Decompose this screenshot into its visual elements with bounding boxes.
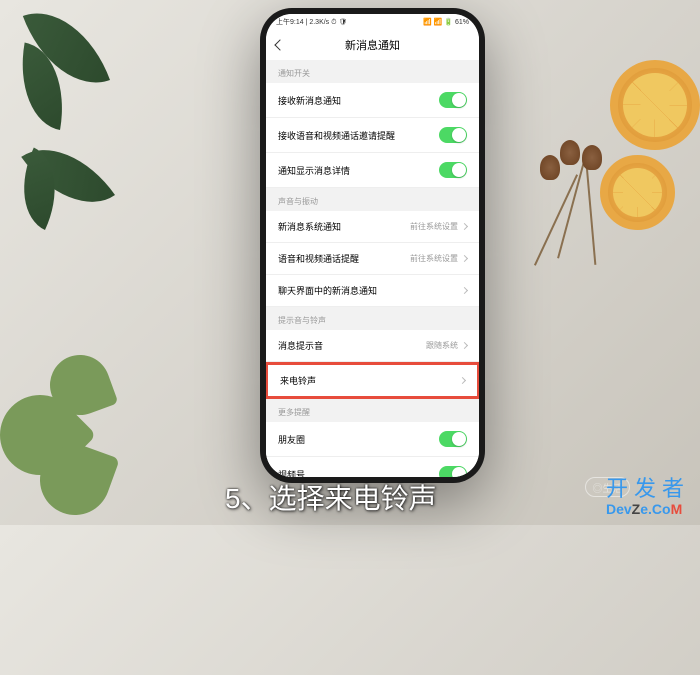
- toggle-switch[interactable]: [439, 466, 467, 477]
- row-label: 接收新消息通知: [278, 94, 341, 107]
- toggle-switch[interactable]: [439, 162, 467, 178]
- row-message-sound[interactable]: 消息提示音 跟随系统: [266, 330, 479, 362]
- row-value: 跟随系统: [426, 340, 458, 351]
- background-leaves: [0, 0, 170, 280]
- brand-cn: 开发者: [606, 471, 690, 503]
- row-channels[interactable]: 视频号: [266, 457, 479, 477]
- section-header-vibration: 声音与振动: [266, 188, 479, 211]
- row-incoming-ringtone[interactable]: 来电铃声: [266, 362, 479, 399]
- row-receive-new-message[interactable]: 接收新消息通知: [266, 83, 479, 118]
- status-right: 📶 📶 🔋 61%: [423, 18, 469, 26]
- row-label: 新消息系统通知: [278, 220, 341, 233]
- step-caption: 5、选择来电铃声: [225, 477, 437, 517]
- nav-bar: 新消息通知: [266, 30, 479, 60]
- section-header-more: 更多提醒: [266, 399, 479, 422]
- brand-logo: 开发者 DevZe.CoM: [606, 471, 690, 517]
- brand-en: DevZe.CoM: [606, 501, 690, 517]
- row-label: 聊天界面中的新消息通知: [278, 284, 377, 297]
- background-flowers: [540, 130, 640, 330]
- chevron-right-icon: [461, 255, 468, 262]
- chevron-right-icon: [461, 287, 468, 294]
- toggle-switch[interactable]: [439, 431, 467, 447]
- chevron-right-icon: [461, 223, 468, 230]
- page-title: 新消息通知: [345, 37, 400, 53]
- section-header-sound: 提示音与铃声: [266, 307, 479, 330]
- row-chat-new-message[interactable]: 聊天界面中的新消息通知: [266, 275, 479, 307]
- row-label: 视频号: [278, 468, 305, 478]
- row-voice-video-remind[interactable]: 语音和视频通话提醒 前往系统设置: [266, 243, 479, 275]
- row-label: 通知显示消息详情: [278, 164, 350, 177]
- row-label: 来电铃声: [280, 374, 316, 387]
- row-receive-call-invite[interactable]: 接收语音和视频通话邀请提醒: [266, 118, 479, 153]
- toggle-switch[interactable]: [439, 92, 467, 108]
- row-new-message-system[interactable]: 新消息系统通知 前往系统设置: [266, 211, 479, 243]
- back-icon[interactable]: [274, 39, 285, 50]
- row-moments[interactable]: 朋友圈: [266, 422, 479, 457]
- row-label: 接收语音和视频通话邀请提醒: [278, 129, 395, 142]
- row-value: 前往系统设置: [410, 221, 458, 232]
- background-citrus: [590, 60, 700, 260]
- row-label: 语音和视频通话提醒: [278, 252, 359, 265]
- chevron-right-icon: [459, 377, 466, 384]
- status-left: 上午9:14 | 2.3K/s ⏱ 🛡: [276, 17, 347, 27]
- section-header-switch: 通知开关: [266, 60, 479, 83]
- row-value: 前往系统设置: [410, 253, 458, 264]
- settings-content: 通知开关 接收新消息通知 接收语音和视频通话邀请提醒 通知显示消息详情 声音与振…: [266, 60, 479, 477]
- phone-screen: 上午9:14 | 2.3K/s ⏱ 🛡 📶 📶 🔋 61% 新消息通知 通知开关…: [266, 14, 479, 477]
- phone-frame: 上午9:14 | 2.3K/s ⏱ 🛡 📶 📶 🔋 61% 新消息通知 通知开关…: [260, 8, 485, 483]
- row-label: 朋友圈: [278, 433, 305, 446]
- status-bar: 上午9:14 | 2.3K/s ⏱ 🛡 📶 📶 🔋 61%: [266, 14, 479, 30]
- row-show-message-detail[interactable]: 通知显示消息详情: [266, 153, 479, 188]
- background-plant: [0, 355, 140, 555]
- row-label: 消息提示音: [278, 339, 323, 352]
- toggle-switch[interactable]: [439, 127, 467, 143]
- chevron-right-icon: [461, 342, 468, 349]
